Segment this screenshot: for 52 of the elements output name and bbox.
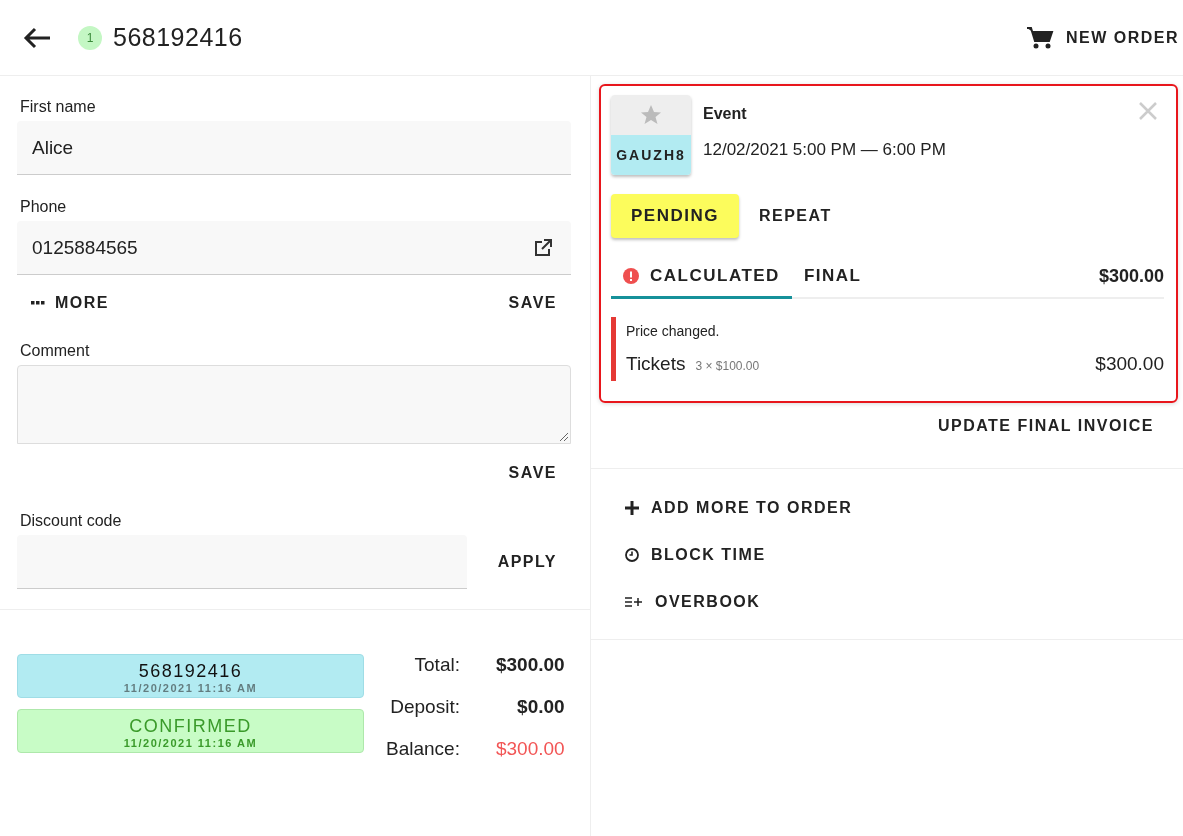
clock-icon — [625, 548, 639, 562]
order-number: 568192416 — [113, 23, 243, 52]
repeat-button[interactable]: REPEAT — [744, 199, 846, 233]
field-label: First name — [19, 97, 97, 117]
total-value: $300.00 — [495, 654, 565, 676]
invoice-total: $300.00 — [1098, 266, 1164, 287]
more-button[interactable]: MORE — [17, 286, 123, 320]
chip-timestamp: 11/20/2021 11:16 AM — [123, 737, 258, 749]
phone-field[interactable]: 0125884565 — [17, 221, 571, 275]
list-plus-icon — [625, 597, 643, 607]
field-label: Comment — [19, 341, 91, 361]
external-link-icon — [533, 237, 553, 258]
line-item-detail: 3 × $100.00 — [695, 359, 760, 373]
apply-button[interactable]: APPLY — [483, 545, 571, 579]
save-button[interactable]: SAVE — [494, 456, 571, 490]
field-label: Discount code — [19, 511, 123, 531]
count-badge: 1 — [78, 25, 102, 50]
total-label: Total: — [414, 654, 460, 676]
field-label: Phone — [19, 197, 68, 217]
more-dots-icon — [31, 301, 45, 305]
cart-icon — [1025, 25, 1054, 50]
plus-icon — [625, 501, 639, 515]
resize-grip-icon — [559, 432, 568, 441]
action-button[interactable]: ADD MORE TO ORDER — [611, 491, 867, 525]
total-value: $300.00 — [495, 738, 565, 760]
invoice-tab[interactable]: CALCULATED — [611, 256, 792, 299]
event-time: 12/02/2021 5:00 PM — 6:00 PM — [703, 140, 947, 160]
line-item-amount: $300.00 — [1095, 353, 1164, 375]
alert-message: Price changed. — [626, 323, 721, 339]
comment-field[interactable] — [17, 365, 571, 444]
action-button[interactable]: BLOCK TIME — [611, 538, 780, 572]
close-icon — [1138, 101, 1158, 121]
save-button[interactable]: SAVE — [494, 286, 571, 320]
total-value: $0.00 — [517, 696, 565, 718]
line-item-name: Tickets — [626, 353, 686, 375]
total-label: Deposit: — [390, 696, 460, 718]
warning-icon — [623, 268, 639, 284]
booking-code: GAUZH8 — [611, 135, 691, 175]
chip-timestamp: 11/20/2021 11:16 AM — [123, 682, 258, 694]
booking-card[interactable]: GAUZH8 Event 12/02/2021 5:00 PM — 6:00 PM PENDING REPEAT CALCULATED FINAL $300.00 Price changed. Tickets 3 × $100.00 $300.00 — [599, 84, 1178, 403]
chip-title: 568192416 — [138, 661, 243, 682]
chip-title: CONFIRMED — [129, 716, 252, 737]
discount-field[interactable] — [17, 535, 467, 589]
total-label: Balance: — [386, 738, 460, 760]
invoice-tab[interactable]: FINAL — [791, 256, 874, 299]
new-order-button[interactable]: NEW ORDER — [1011, 17, 1179, 58]
action-button[interactable]: OVERBOOK — [611, 585, 775, 619]
update-invoice-button[interactable]: UPDATE FINAL INVOICE — [923, 409, 1168, 443]
event-title: Event — [703, 105, 748, 123]
input-field[interactable]: Alice — [17, 121, 571, 175]
pending-button[interactable]: PENDING — [611, 194, 739, 238]
back-arrow-icon — [22, 25, 52, 50]
